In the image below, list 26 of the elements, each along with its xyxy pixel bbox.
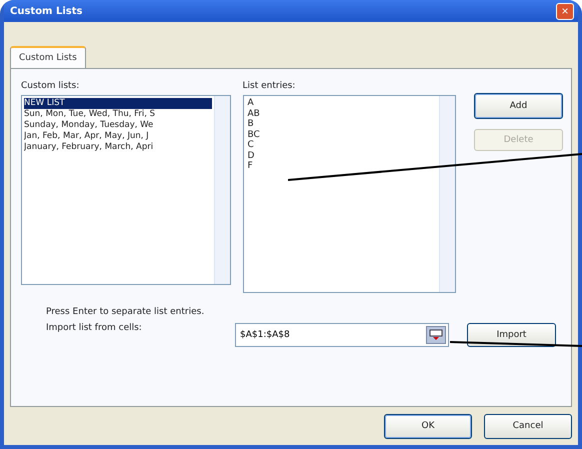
entry-line: A [246, 98, 255, 108]
import-label: Import list from cells: [45, 323, 143, 333]
collapse-dialog-icon[interactable] [426, 326, 446, 344]
scrollbar[interactable] [214, 96, 230, 284]
entry-line: F [246, 161, 254, 172]
list-item[interactable]: NEW LIST [24, 98, 212, 109]
entry-line: C [246, 140, 255, 150]
entry-line: BC [246, 130, 261, 140]
dialog-button[interactable]: OK [384, 414, 472, 438]
list-item[interactable]: Sunday, Monday, Tuesday, We [24, 120, 212, 131]
tab[interactable]: Custom Lists [10, 46, 86, 68]
list-item[interactable]: Sun, Mon, Tue, Wed, Thu, Fri, S [24, 109, 212, 120]
side-button[interactable]: Add [474, 93, 563, 119]
window-title: Custom Lists [10, 6, 82, 16]
entry-line: AB [246, 108, 261, 119]
list-entries-label: List entries: [242, 81, 296, 91]
scrollbar[interactable] [439, 96, 455, 292]
custom-lists-label: Custom lists: [21, 81, 80, 91]
entry-line: B [246, 119, 255, 130]
close-button[interactable]: × [556, 2, 574, 20]
entry-line: D [246, 150, 256, 161]
import-range-field[interactable]: $A$1:$A$8 [235, 323, 449, 347]
dialog-button[interactable]: Cancel [484, 414, 572, 438]
hint-text: Press Enter to separate list entries. [46, 307, 206, 317]
import-button[interactable]: Import [467, 323, 556, 347]
list-entries-field[interactable]: A AB B BC C D F [242, 95, 456, 293]
